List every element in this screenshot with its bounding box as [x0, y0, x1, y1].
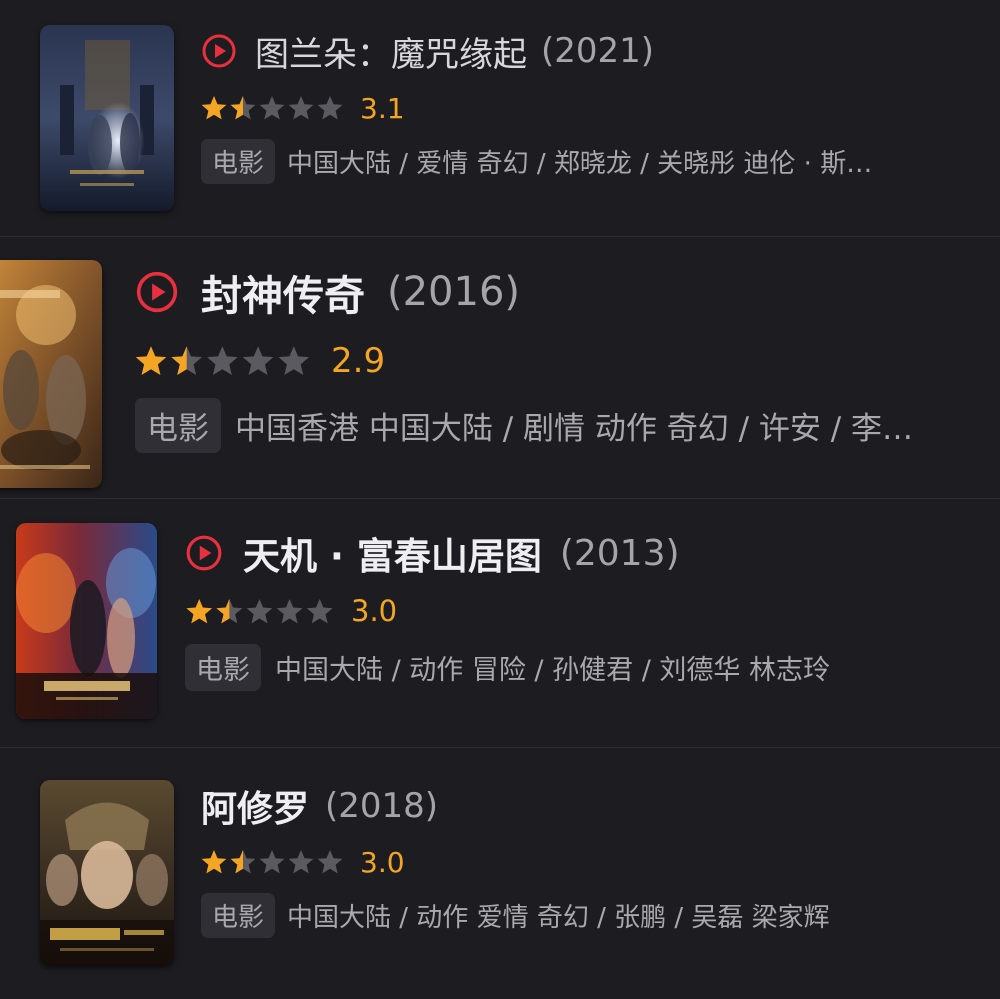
movie-title[interactable]: 天机 · 富春山居图	[243, 526, 542, 580]
movie-year: (2016)	[387, 269, 521, 315]
movie-poster-2[interactable]	[0, 260, 102, 488]
movie-meta: 中国大陆 / 动作 冒险 / 孙健君 / 刘德华 林志玲	[275, 654, 830, 686]
movie-row-2[interactable]: 封神传奇 (2016) 2.9 电影 中国香港 中国大陆 / 剧情 动作 奇幻 …	[0, 237, 1000, 498]
meta-line-2: 电影 中国香港 中国大陆 / 剧情 动作 奇幻 / 许安 / 李…	[135, 397, 914, 453]
category-tag: 电影	[201, 138, 276, 184]
rating-line-3: 3.0	[185, 591, 397, 631]
star-rating	[201, 95, 344, 121]
movie-row-1[interactable]: 图兰朵：魔咒缘起 (2021) 3.1 电影 中国大陆 / 爱情 奇幻 / 郑晓…	[0, 0, 1000, 236]
movie-row-4[interactable]: 阿修罗 (2018) 3.0 电影 中国大陆 / 动作 爱情 奇幻 / 张鹏 /…	[0, 748, 1000, 999]
category-tag: 电影	[135, 397, 221, 453]
movie-row-3[interactable]: 天机 · 富春山居图 (2013) 3.0 电影 中国大陆 / 动作 冒险 / …	[0, 499, 1000, 747]
meta-line-4: 电影 中国大陆 / 动作 爱情 奇幻 / 张鹏 / 吴磊 梁家辉	[201, 892, 830, 938]
movie-list: 图兰朵：魔咒缘起 (2021) 3.1 电影 中国大陆 / 爱情 奇幻 / 郑晓…	[0, 0, 1000, 999]
movie-title-line-1[interactable]: 图兰朵：魔咒缘起 (2021)	[201, 26, 654, 76]
rating-line-4: 3.0	[201, 842, 405, 882]
star-icon	[201, 96, 227, 120]
movie-poster-3[interactable]	[16, 523, 157, 719]
rating-score: 2.9	[331, 341, 386, 381]
half-star-icon	[230, 96, 256, 120]
category-tag: 电影	[201, 892, 276, 938]
movie-poster-1[interactable]	[40, 25, 174, 211]
rating-score: 3.0	[351, 594, 398, 628]
play-icon[interactable]	[135, 270, 179, 314]
movie-year: (2021)	[541, 31, 655, 71]
meta-line-1: 电影 中国大陆 / 爱情 奇幻 / 郑晓龙 / 关晓彤 迪伦 · 斯…	[201, 138, 873, 184]
rating-line-1: 3.1	[201, 88, 405, 128]
movie-meta: 中国大陆 / 动作 爱情 奇幻 / 张鹏 / 吴磊 梁家辉	[287, 902, 830, 933]
movie-title-line-3[interactable]: 天机 · 富春山居图 (2013)	[185, 527, 680, 579]
rating-score: 3.1	[360, 91, 405, 125]
movie-year: (2018)	[325, 786, 439, 826]
movie-meta: 中国香港 中国大陆 / 剧情 动作 奇幻 / 许安 / 李…	[235, 410, 914, 447]
movie-title-line-4[interactable]: 阿修罗 (2018)	[201, 781, 438, 831]
rating-score: 3.0	[360, 845, 405, 879]
meta-line-3: 电影 中国大陆 / 动作 冒险 / 孙健君 / 刘德华 林志玲	[185, 643, 830, 691]
movie-poster-4[interactable]	[40, 780, 174, 966]
star-rating	[135, 345, 311, 377]
category-tag: 电影	[185, 643, 261, 691]
play-icon[interactable]	[201, 33, 237, 69]
star-rating	[185, 598, 335, 625]
movie-title-line-2[interactable]: 封神传奇 (2016)	[135, 264, 520, 320]
movie-year: (2013)	[559, 532, 680, 574]
rating-line-2: 2.9	[135, 338, 385, 384]
play-icon[interactable]	[185, 534, 223, 572]
movie-title[interactable]: 封神传奇	[201, 262, 365, 322]
movie-title[interactable]: 图兰朵：魔咒缘起	[255, 27, 527, 76]
movie-meta: 中国大陆 / 爱情 奇幻 / 郑晓龙 / 关晓彤 迪伦 · 斯…	[287, 148, 873, 179]
star-rating	[201, 849, 344, 875]
movie-title[interactable]: 阿修罗	[201, 780, 309, 832]
